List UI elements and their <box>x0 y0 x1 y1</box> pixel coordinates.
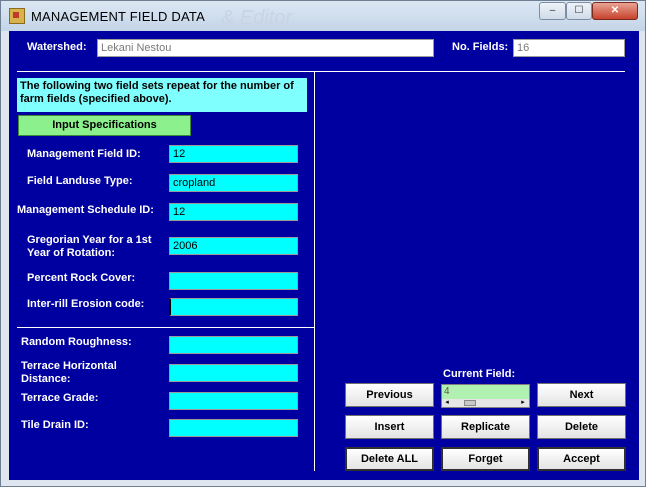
scroll-left-icon[interactable]: ◂ <box>442 399 452 407</box>
current-field-value: 4 <box>442 385 529 399</box>
field-landuse-type-label: Field Landuse Type: <box>27 175 133 187</box>
next-button[interactable]: Next <box>537 383 626 407</box>
interrill-erosion-code-input[interactable] <box>169 298 298 316</box>
replicate-button[interactable]: Replicate <box>441 415 530 439</box>
random-roughness-label: Random Roughness: <box>21 336 132 348</box>
accept-button[interactable]: Accept <box>537 447 626 471</box>
gregorian-year-input[interactable]: 2006 <box>169 237 298 255</box>
watershed-field[interactable]: Lekani Nestou <box>97 39 434 57</box>
gregorian-year-label: Gregorian Year for a 1st Year of Rotatio… <box>27 234 152 259</box>
current-field-label: Current Field: <box>443 368 516 380</box>
insert-button[interactable]: Insert <box>345 415 434 439</box>
divider-middle <box>17 327 314 328</box>
close-button[interactable]: ✕ <box>592 2 638 20</box>
delete-button[interactable]: Delete <box>537 415 626 439</box>
interrill-erosion-code-label: Inter-rill Erosion code: <box>27 298 145 310</box>
num-fields-field[interactable]: 16 <box>513 39 625 57</box>
window: MANAGEMENT FIELD DATA & Editor – ☐ ✕ Wat… <box>0 0 646 487</box>
management-field-id-label: Management Field ID: <box>27 148 141 160</box>
title-bar[interactable]: MANAGEMENT FIELD DATA & Editor – ☐ ✕ <box>1 1 645 31</box>
forget-button[interactable]: Forget <box>441 447 530 471</box>
management-field-id-input[interactable]: 12 <box>169 145 298 163</box>
terrace-grade-input[interactable] <box>169 392 298 410</box>
input-specifications-button[interactable]: Input Specifications <box>18 115 191 136</box>
terrace-horizontal-distance-input[interactable] <box>169 364 298 382</box>
management-schedule-id-input[interactable]: 12 <box>169 203 298 221</box>
current-field-scrollbar[interactable]: ◂ ▸ <box>442 399 529 407</box>
num-fields-label: No. Fields: <box>452 41 509 53</box>
percent-rock-cover-input[interactable] <box>169 272 298 290</box>
previous-button[interactable]: Previous <box>345 383 434 407</box>
info-banner: The following two field sets repeat for … <box>17 78 307 112</box>
minimize-button[interactable]: – <box>539 2 566 20</box>
form-panel: Watershed: Lekani Nestou No. Fields: 16 … <box>9 31 639 480</box>
current-field-scroller[interactable]: 4 ◂ ▸ <box>441 384 530 408</box>
random-roughness-input[interactable] <box>169 336 298 354</box>
terrace-horizontal-distance-label: Terrace Horizontal Distance: <box>21 360 117 385</box>
field-landuse-type-input[interactable]: cropland <box>169 174 298 192</box>
app-icon <box>9 8 25 24</box>
scroll-right-icon[interactable]: ▸ <box>518 399 528 407</box>
tile-drain-id-input[interactable] <box>169 419 298 437</box>
maximize-button[interactable]: ☐ <box>566 2 592 20</box>
delete-all-button[interactable]: Delete ALL <box>345 447 434 471</box>
percent-rock-cover-label: Percent Rock Cover: <box>27 272 136 284</box>
management-schedule-id-label: Management Schedule ID: <box>17 204 154 216</box>
terrace-grade-label: Terrace Grade: <box>21 392 99 404</box>
scroll-thumb[interactable] <box>464 400 476 406</box>
divider-vertical <box>314 71 315 471</box>
watermark-text: & Editor <box>221 7 293 29</box>
window-title: MANAGEMENT FIELD DATA <box>31 9 205 24</box>
watershed-label: Watershed: <box>27 41 87 53</box>
tile-drain-id-label: Tile Drain ID: <box>21 419 89 431</box>
divider-top <box>17 71 625 72</box>
